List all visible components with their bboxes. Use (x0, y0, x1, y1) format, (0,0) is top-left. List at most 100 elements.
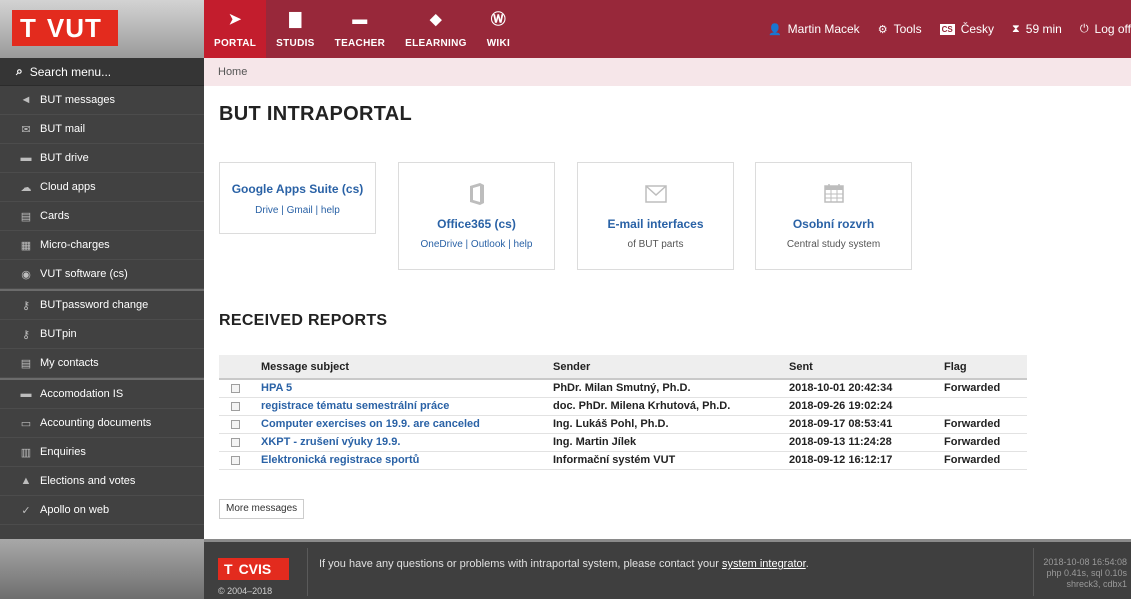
tab-wiki[interactable]: Ⓦ WIKI (477, 0, 520, 58)
message-subject-link[interactable]: Elektronická registrace sportů (253, 451, 545, 470)
cvis-logo[interactable]: T CVIS (218, 558, 289, 580)
message-flag (936, 397, 1027, 416)
key-icon: ⚷ (21, 328, 31, 341)
sidebar-item-but-messages[interactable]: ◄ BUT messages (0, 86, 204, 115)
briefcase-icon: ▬ (352, 11, 368, 28)
vut-logo[interactable]: T VUT (0, 0, 204, 58)
search-menu-icon: ⌕ (16, 64, 23, 78)
column-header-sender[interactable]: Sender (545, 355, 781, 380)
document-icon: ▭ (20, 417, 32, 430)
table-header-row: Message subject Sender Sent Flag (219, 355, 1027, 380)
search-menu-input[interactable]: ⌕ Search menu... (0, 58, 204, 86)
tile-subtitle: of BUT parts (627, 239, 684, 250)
row-checkbox[interactable] (231, 383, 240, 393)
user-icon: 👤 (767, 23, 782, 36)
logoff-button[interactable]: ⏻ Log off (1080, 22, 1131, 36)
tab-studis[interactable]: ▇ STUDIS (266, 0, 324, 58)
message-flag: Forwarded (936, 433, 1027, 452)
sidebar-footer-image (0, 539, 204, 599)
message-subject-link[interactable]: Computer exercises on 19.9. are canceled (253, 415, 545, 434)
tools-menu[interactable]: ⚙ Tools (878, 22, 922, 36)
message-sent: 2018-09-17 08:53:41 (781, 415, 936, 434)
tile-title[interactable]: Office365 (cs) (399, 217, 554, 231)
user-toolbar: 👤 Martin Macek ⚙ Tools CS Česky ⧗ 59 min ⏻ Lo… (750, 0, 1131, 58)
table-row: XKPT - zrušení výuky 19.9. Ing. Martin J… (219, 433, 1027, 452)
system-integrator-link[interactable]: system integrator (722, 558, 806, 570)
sidebar-item-my-contacts[interactable]: ▤ My contacts (0, 349, 204, 378)
tile-links[interactable]: OneDrive | Outlook | help (399, 239, 554, 250)
more-messages-button[interactable]: More messages (219, 499, 305, 519)
paper-plane-icon: ➤ (228, 11, 242, 28)
stats-timestamp: 2018-10-08 16:54:08 (1043, 557, 1127, 567)
sidebar-item-butpassword-change[interactable]: ⚷ BUTpassword change (0, 291, 204, 320)
breadcrumb-home[interactable]: Home (218, 66, 247, 78)
tile-links[interactable]: Drive | Gmail | help (220, 205, 375, 216)
row-checkbox[interactable] (231, 455, 240, 465)
sidebar-item-butpin[interactable]: ⚷ BUTpin (0, 320, 204, 349)
row-checkbox[interactable] (231, 401, 240, 411)
sidebar-item-micro-charges[interactable]: ▦ Micro-charges (0, 231, 204, 260)
footer-stats: 2018-10-08 16:54:08 php 0.41s, sql 0.10s… (1043, 557, 1127, 590)
tile-title[interactable]: E-mail interfaces (578, 217, 733, 231)
sidebar-item-accomodation-is[interactable]: ▬ Accomodation IS (0, 380, 204, 409)
apollo-icon: ✓ (21, 504, 31, 517)
sidebar-item-accounting-documents[interactable]: ▭ Accounting documents (0, 409, 204, 438)
graduation-cap-icon: ◆ (429, 11, 442, 28)
tile-title[interactable]: Osobní rozvrh (756, 217, 911, 231)
cloud-icon: ☁ (20, 181, 32, 194)
tile-osobni-rozvrh[interactable]: Osobní rozvrh Central study system (755, 162, 912, 270)
message-sent: 2018-09-13 11:24:28 (781, 433, 936, 452)
message-sent: 2018-10-01 20:42:34 (781, 379, 936, 398)
logo-box: T VUT (12, 10, 118, 46)
select-column-header (219, 355, 253, 380)
message-subject-link[interactable]: registrace tématu semestrální práce (253, 397, 545, 416)
sidebar-item-but-mail[interactable]: ✉ BUT mail (0, 115, 204, 144)
column-header-sent[interactable]: Sent (781, 355, 936, 380)
book-icon: ▇ (289, 11, 302, 28)
sidebar-item-vut-software[interactable]: ◉ VUT software (cs) (0, 260, 204, 289)
tile-title[interactable]: Google Apps Suite (cs) (220, 182, 375, 196)
message-subject-link[interactable]: HPA 5 (253, 379, 545, 398)
sidebar-item-enquiries[interactable]: ▥ Enquiries (0, 438, 204, 467)
stats-servers: shreck3, cdbx1 (1066, 579, 1127, 589)
copyright: © 2004–2018 (218, 586, 273, 596)
thumbs-up-icon: ▲ (20, 475, 32, 487)
table-row: registrace tématu semestrální práce doc.… (219, 397, 1027, 416)
row-checkbox[interactable] (231, 419, 240, 429)
language-switch[interactable]: CS Česky (939, 22, 994, 36)
sidebar-item-cloud-apps[interactable]: ☁ Cloud apps (0, 173, 204, 202)
clipboard-icon: ▥ (20, 446, 32, 459)
power-icon: ⏻ (1079, 22, 1089, 35)
money-icon: ▦ (20, 239, 32, 252)
tab-portal[interactable]: ➤ PORTAL (204, 0, 267, 58)
message-sender: Ing. Lukáš Pohl, Ph.D. (545, 415, 781, 434)
tile-email-interfaces[interactable]: E-mail interfaces of BUT parts (577, 162, 734, 270)
tab-elearning[interactable]: ◆ ELEARNING (395, 0, 477, 58)
hourglass-icon: ⧗ (1012, 22, 1020, 35)
sidebar-item-apollo-on-web[interactable]: ✓ Apollo on web (0, 496, 204, 525)
sidebar-item-elections-and-votes[interactable]: ▲ Elections and votes (0, 467, 204, 496)
message-flag: Forwarded (936, 379, 1027, 398)
flag-icon: CS (939, 23, 955, 35)
message-subject-link[interactable]: XKPT - zrušení výuky 19.9. (253, 433, 545, 452)
key-icon: ⚷ (21, 299, 31, 312)
table-row: Computer exercises on 19.9. are canceled… (219, 415, 1027, 434)
footer-divider (307, 548, 308, 596)
row-checkbox[interactable] (231, 437, 240, 447)
message-sender: Ing. Martin Jílek (545, 433, 781, 452)
reports-title: RECEIVED REPORTS (219, 312, 388, 329)
mail-icon: ✉ (21, 123, 31, 136)
drive-icon: ▬ (20, 152, 32, 164)
tile-office365[interactable]: Office365 (cs) OneDrive | Outlook | help (398, 162, 555, 270)
megaphone-icon: ◄ (20, 94, 32, 106)
user-menu[interactable]: 👤 Martin Macek (768, 22, 860, 36)
top-bar: T VUT ➤ PORTAL ▇ STUDIS ▬ TEACHER ◆ ELEARNING… (0, 0, 1131, 58)
sidebar-item-but-drive[interactable]: ▬ BUT drive (0, 144, 204, 173)
sidebar-item-cards[interactable]: ▤ Cards (0, 202, 204, 231)
footer-message: If you have any questions or problems wi… (319, 558, 809, 570)
tab-teacher[interactable]: ▬ TEACHER (325, 0, 395, 58)
column-header-flag[interactable]: Flag (936, 355, 1027, 380)
gear-icon: ⚙ (877, 23, 888, 36)
reports-table: Message subject Sender Sent Flag HPA 5 P… (219, 355, 1027, 470)
column-header-subject[interactable]: Message subject (253, 355, 545, 380)
